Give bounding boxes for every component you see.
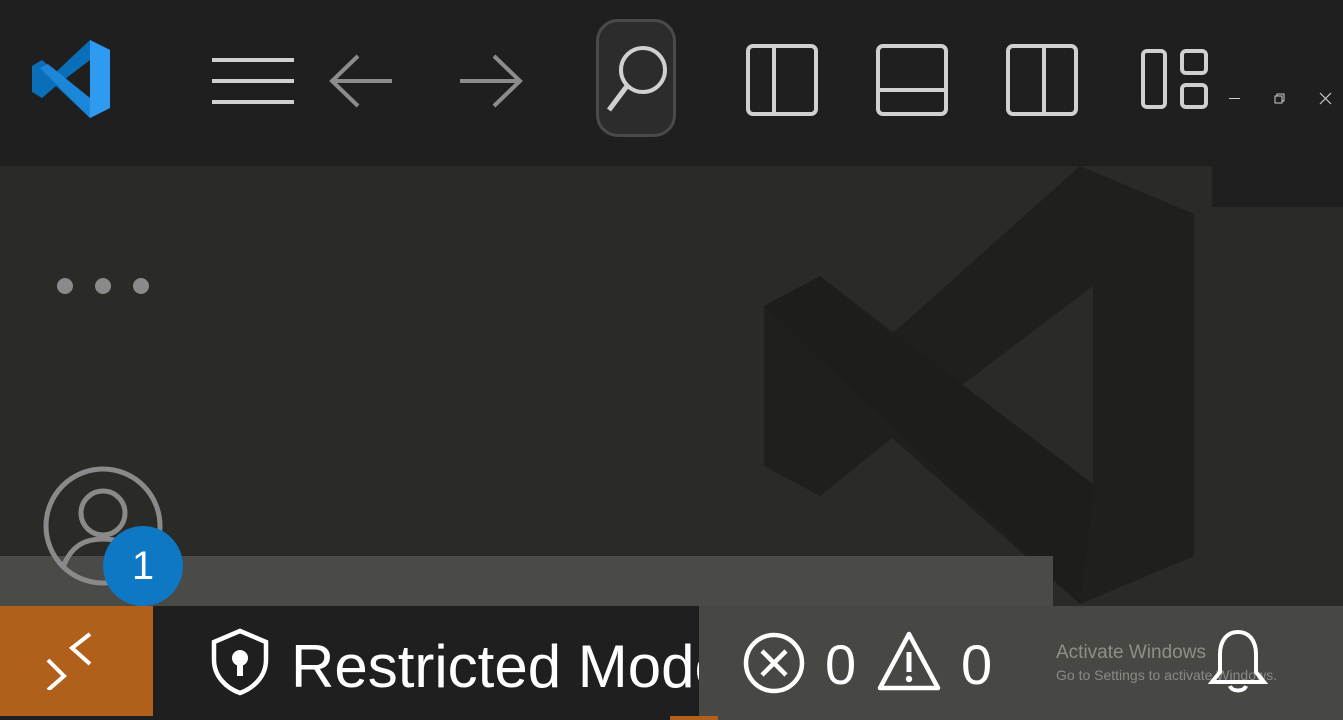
arrow-right-icon[interactable] xyxy=(458,52,524,110)
restore-icon[interactable] xyxy=(1274,93,1286,105)
layout-customize-icon[interactable] xyxy=(1140,48,1210,110)
search-button[interactable] xyxy=(596,19,676,137)
remote-indicator-icon xyxy=(46,632,92,690)
editor-area xyxy=(0,166,1343,606)
activate-windows-title: Activate Windows xyxy=(1056,642,1206,663)
hamburger-menu-icon[interactable] xyxy=(212,56,294,106)
layout-panel-icon[interactable] xyxy=(876,44,948,116)
warnings-count: 0 xyxy=(961,633,993,696)
ellipsis-icon[interactable] xyxy=(56,277,150,295)
accounts-badge: 1 xyxy=(103,526,183,606)
search-icon xyxy=(607,46,667,112)
problems-item[interactable]: 0 0 Activate Windows Go to Settings to a… xyxy=(699,606,1343,720)
arrow-left-icon[interactable] xyxy=(328,52,394,110)
minimize-icon[interactable] xyxy=(1229,93,1241,105)
status-accent-line xyxy=(670,716,718,720)
bell-icon[interactable] xyxy=(1208,628,1268,696)
error-icon xyxy=(743,632,805,694)
errors-count: 0 xyxy=(825,633,857,696)
vscode-watermark-icon xyxy=(764,166,1194,604)
restricted-mode-label: Restricted Mode xyxy=(291,633,699,700)
layout-sidebar-left-icon[interactable] xyxy=(746,44,818,116)
shield-icon xyxy=(211,628,269,696)
restricted-mode-item[interactable]: Restricted Mode xyxy=(205,606,699,720)
close-icon[interactable] xyxy=(1319,92,1332,105)
warning-icon xyxy=(877,631,941,691)
layout-sidebar-right-icon[interactable] xyxy=(1006,44,1078,116)
vscode-logo-icon xyxy=(32,40,110,118)
remote-indicator-button[interactable] xyxy=(0,606,153,716)
